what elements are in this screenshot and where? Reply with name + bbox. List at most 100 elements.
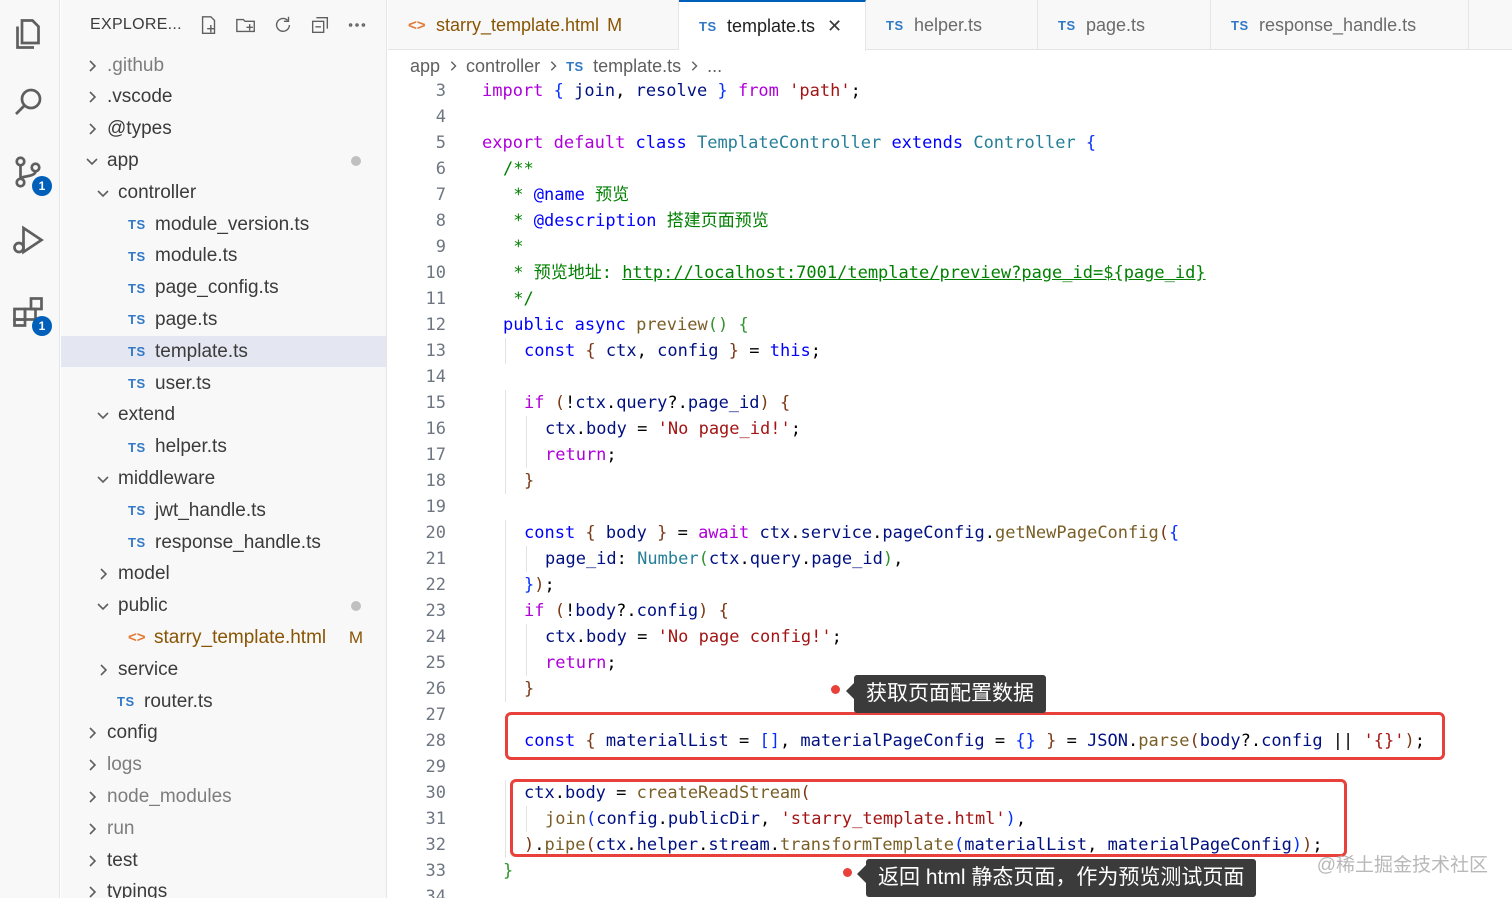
code-line: 8 * @description 搭建页面预览: [388, 208, 1512, 234]
tree-folder-vscode[interactable]: .vscode: [61, 82, 386, 113]
extensions-icon[interactable]: 1: [6, 290, 52, 336]
code-line: 7 * @name 预览: [388, 182, 1512, 208]
code-line: 24 ctx.body = 'No page config!';: [388, 624, 1512, 650]
callout-1-marker: [831, 685, 840, 694]
code-token: service: [800, 523, 873, 543]
code-text: return;: [545, 650, 617, 676]
tree-folder-github[interactable]: .github: [61, 50, 386, 81]
tree-folder-public[interactable]: public: [61, 591, 386, 622]
tab-template-ts[interactable]: TS template.ts ✕: [679, 0, 866, 51]
tree-folder-test[interactable]: test: [61, 845, 386, 876]
code-token: body: [585, 627, 627, 647]
line-number: 11: [425, 289, 446, 309]
code-token: ): [534, 575, 545, 595]
code-line: 25 return;: [388, 650, 1512, 676]
tree-folder-controller[interactable]: controller: [61, 177, 386, 208]
tab-response-handle-ts[interactable]: TS response_handle.ts: [1211, 0, 1469, 50]
tree-folder-app[interactable]: app: [61, 145, 386, 176]
refresh-icon[interactable]: [270, 13, 295, 38]
tree-folder-model[interactable]: model: [61, 559, 386, 590]
line-number: 28: [425, 731, 446, 751]
code-token: @description: [533, 211, 657, 231]
tree-file-response-handle-ts[interactable]: TS response_handle.ts: [61, 527, 386, 558]
code-token: 'No page config!': [657, 627, 832, 647]
tree-file-page-ts[interactable]: TS page.ts: [61, 304, 386, 335]
code-text: public async preview() {: [503, 312, 749, 338]
highlight-box-create-stream: [510, 779, 1347, 857]
watermark: @稀土掘金技术社区: [1316, 855, 1488, 876]
typescript-file-icon: TS: [117, 694, 135, 709]
search-icon[interactable]: [6, 80, 50, 124]
tree-folder-types[interactable]: @types: [61, 114, 386, 145]
code-token: *: [503, 211, 534, 231]
tab-page-ts[interactable]: TS page.ts: [1038, 0, 1211, 50]
code-text: const { body } = await ctx.service.pageC…: [524, 520, 1179, 546]
code-token: ctx: [545, 419, 576, 439]
tree-folder-extend[interactable]: extend: [61, 400, 386, 431]
close-icon[interactable]: ✕: [827, 16, 842, 37]
tree-file-user-ts[interactable]: TS user.ts: [61, 368, 386, 399]
typescript-file-icon: TS: [128, 503, 146, 519]
tree-item-label: page.ts: [155, 308, 218, 330]
tree-folder-middleware[interactable]: middleware: [61, 463, 386, 494]
tree-file-helper-ts[interactable]: TS helper.ts: [61, 432, 386, 463]
code-token: ctx: [759, 523, 791, 543]
tree-file-module-version-ts[interactable]: TS module_version.ts: [61, 209, 386, 240]
tab-helper-ts[interactable]: TS helper.ts: [866, 0, 1038, 50]
tree-file-jwt-handle-ts[interactable]: TS jwt_handle.ts: [61, 495, 386, 526]
code-line: 23 if (!body?.config) {: [388, 598, 1512, 624]
tree-folder-service[interactable]: service: [61, 654, 386, 685]
explorer-sidebar: EXPLORE... .github .vscode @types app contro…: [61, 0, 387, 898]
code-token: TemplateController: [696, 133, 892, 153]
breadcrumb-item[interactable]: app: [410, 56, 440, 77]
code-token[interactable]: http://localhost:7001/template/preview?p…: [622, 263, 1205, 283]
code-token: ;: [606, 653, 617, 673]
tree-file-router-ts[interactable]: TS router.ts: [61, 686, 386, 717]
chevron-right-icon: [83, 788, 101, 806]
tree-folder-typings[interactable]: typings: [61, 877, 386, 898]
tree-item-label: starry_template.html: [154, 626, 327, 648]
new-folder-icon[interactable]: [233, 13, 258, 38]
tree-folder-logs[interactable]: logs: [61, 750, 386, 781]
indent-guide: [505, 468, 506, 494]
code-token: ;: [544, 575, 555, 595]
line-number: 19: [425, 497, 446, 517]
code-editor[interactable]: 34 33} 32).pipe(ctx.helper.stream.transfor…: [388, 78, 1512, 898]
more-actions-icon[interactable]: [344, 13, 369, 38]
code-text: }: [503, 858, 513, 884]
line-number: 20: [425, 523, 446, 543]
tree-item-label: .vscode: [107, 86, 173, 108]
tab-starry-template-html[interactable]: <> starry_template.html M: [388, 0, 679, 50]
breadcrumb-item[interactable]: controller: [466, 56, 540, 77]
typescript-file-icon: TS: [128, 248, 146, 264]
code-token: const: [524, 523, 586, 543]
run-debug-icon[interactable]: [6, 218, 50, 262]
code-token: ;: [790, 419, 801, 439]
tree-folder-config[interactable]: config: [61, 718, 386, 749]
breadcrumb-item[interactable]: ...: [707, 56, 722, 77]
code-text: if (!body?.config) {: [524, 598, 729, 624]
tree-file-starry-template-html[interactable]: <> starry_template.html M: [61, 622, 386, 653]
line-number: 33: [425, 861, 446, 881]
tree-file-module-ts[interactable]: TS module.ts: [61, 241, 386, 272]
code-token: Controller: [973, 133, 1086, 153]
breadcrumb-item[interactable]: template.ts: [593, 56, 681, 77]
line-number: 14: [425, 367, 446, 387]
new-file-icon[interactable]: [196, 13, 221, 38]
explorer-header: EXPLORE...: [61, 0, 386, 50]
source-control-icon[interactable]: 1: [6, 150, 52, 196]
code-token: /**: [503, 159, 534, 179]
tree-item-label: user.ts: [155, 372, 211, 394]
code-token: ;: [850, 81, 861, 101]
explorer-icon[interactable]: [6, 12, 50, 56]
line-number: 30: [425, 783, 446, 803]
tree-folder-run[interactable]: run: [61, 813, 386, 844]
code-token: ): [698, 601, 709, 621]
collapse-all-icon[interactable]: [307, 13, 332, 38]
code-token: =: [667, 523, 699, 543]
tree-file-template-ts[interactable]: TS template.ts: [61, 336, 386, 368]
tree-file-page-config-ts[interactable]: TS page_config.ts: [61, 273, 386, 304]
tree-folder-node-modules[interactable]: node_modules: [61, 781, 386, 812]
code-token: }: [524, 471, 535, 491]
